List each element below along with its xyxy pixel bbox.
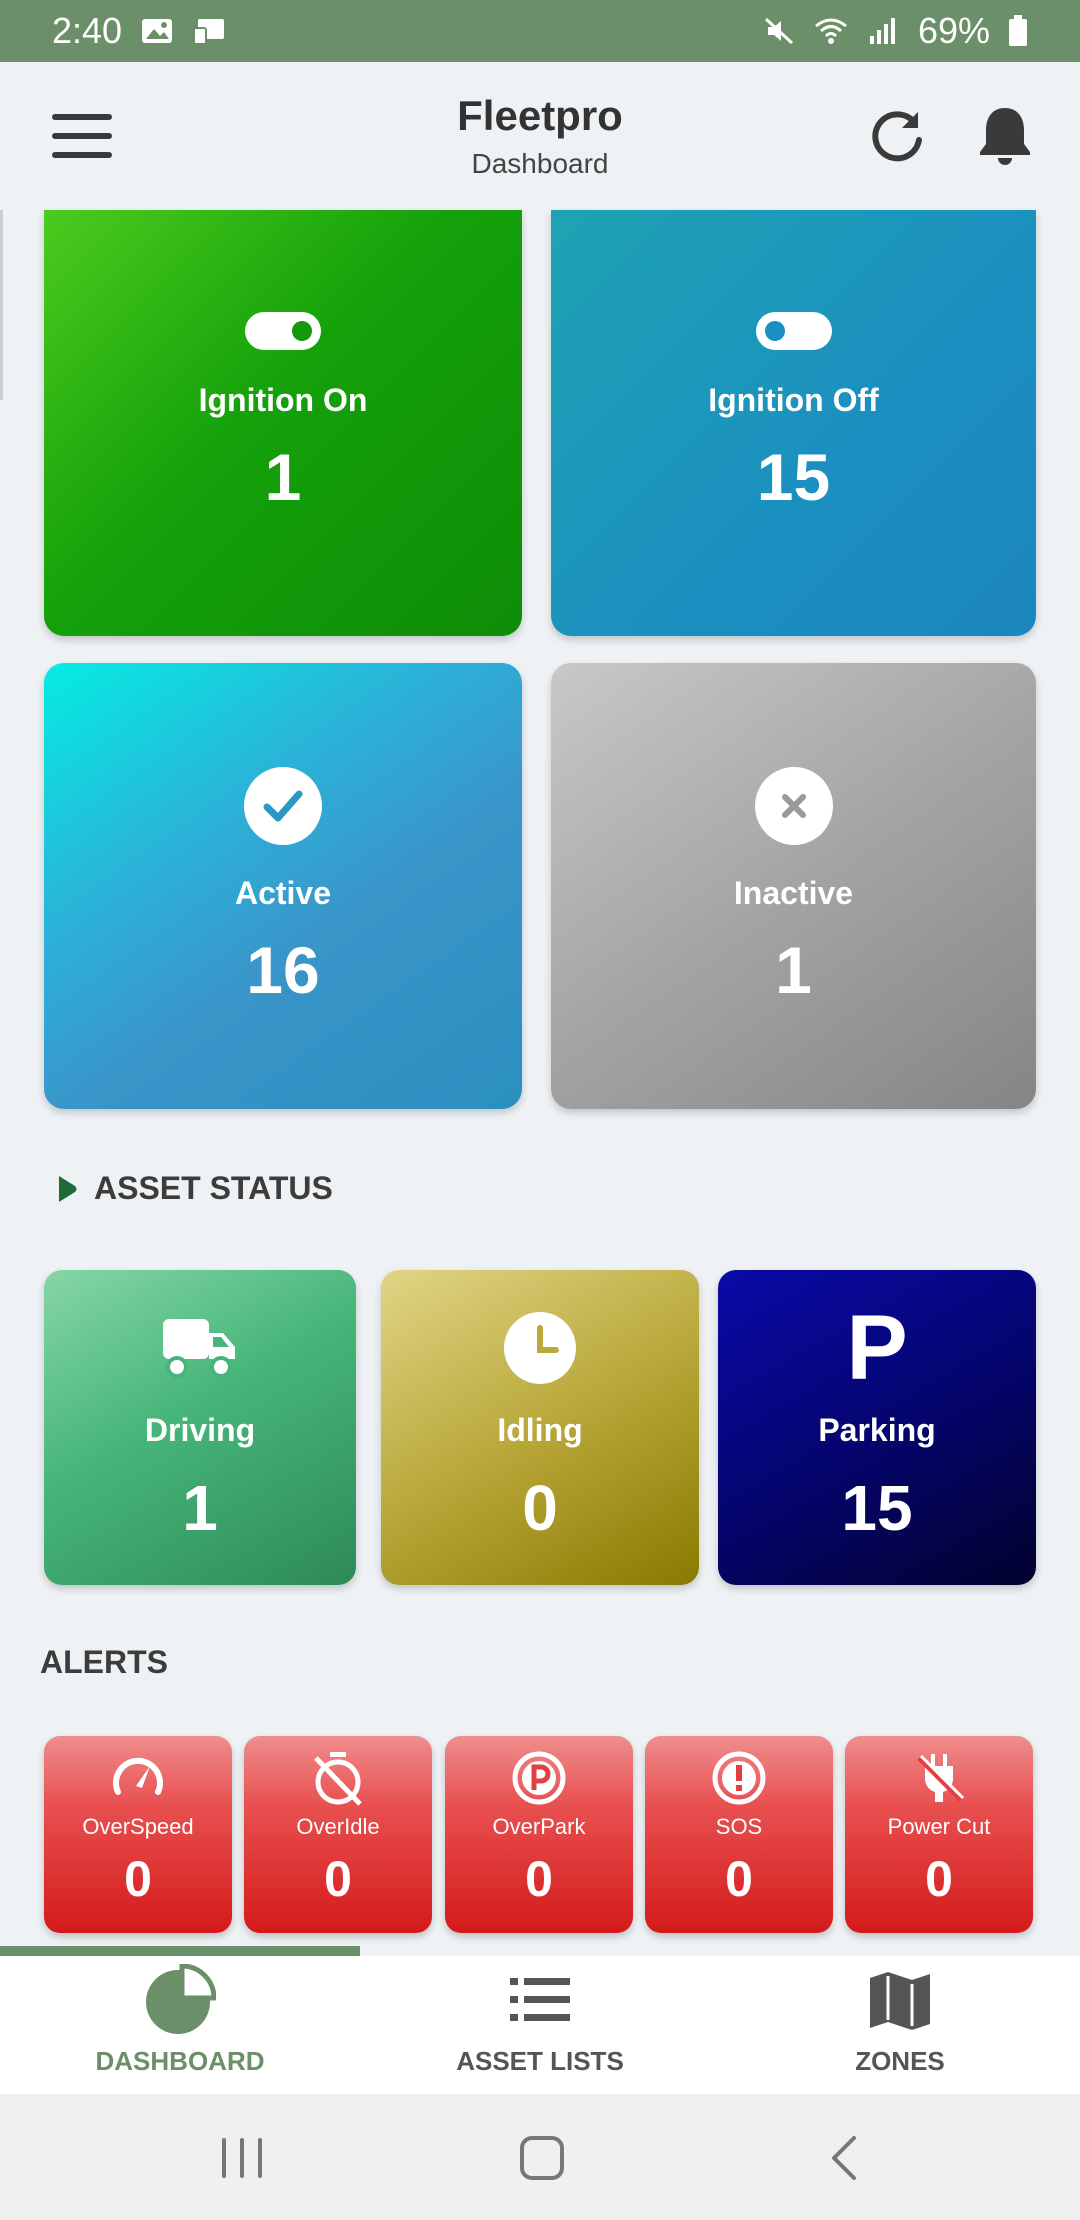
toggle-on-icon <box>245 312 321 350</box>
ignition-on-count: 1 <box>264 440 302 514</box>
map-icon <box>870 1972 930 2030</box>
truck-icon <box>161 1308 239 1388</box>
alert-overpark[interactable]: OverPark 0 <box>445 1736 633 1933</box>
refresh-icon[interactable] <box>868 106 928 166</box>
status-time: 2:40 <box>52 10 123 51</box>
inactive-count: 1 <box>775 933 812 1007</box>
back-icon[interactable] <box>816 2130 876 2186</box>
cast-icon <box>193 19 225 45</box>
toggle-off-icon <box>755 312 832 350</box>
app-bar: Fleetpro Dashboard <box>0 62 1080 210</box>
check-circle-icon <box>244 767 322 845</box>
alerts-heading: ALERTS <box>40 1644 168 1680</box>
alert-overidle[interactable]: OverIdle 0 <box>244 1736 432 1933</box>
inactive-label: Inactive <box>733 875 854 911</box>
wifi-icon <box>815 18 847 44</box>
section-marker-icon <box>59 1175 77 1202</box>
mute-icon <box>764 17 793 45</box>
parking-count: 15 <box>841 1472 913 1544</box>
scroll-edge <box>0 210 3 400</box>
active-card[interactable]: Active 16 <box>44 663 522 1109</box>
battery-icon <box>1009 15 1027 46</box>
driving-card[interactable]: Driving 1 <box>44 1270 356 1585</box>
system-nav-bar <box>0 2094 1080 2220</box>
list-icon <box>510 1978 570 2021</box>
tab-zones[interactable]: ZONES <box>720 1956 1080 2094</box>
asset-status-heading: ASSET STATUS <box>56 1170 333 1207</box>
active-label: Active <box>234 875 332 911</box>
gallery-icon <box>142 19 173 43</box>
parking-label: Parking <box>818 1412 936 1448</box>
ignition-off-card[interactable]: Ignition Off 15 <box>551 210 1036 636</box>
pie-chart-icon <box>146 1964 216 2034</box>
active-count: 16 <box>246 933 320 1007</box>
close-circle-icon <box>754 767 833 845</box>
alert-circle-icon <box>712 1751 766 1805</box>
timer-off-icon <box>314 1752 362 1806</box>
recent-apps-icon[interactable] <box>212 2130 272 2186</box>
idling-label: Idling <box>497 1412 583 1448</box>
tab-asset-lists[interactable]: ASSET LISTS <box>360 1956 720 2094</box>
driving-count: 1 <box>182 1472 218 1544</box>
speedometer-icon <box>113 1757 163 1795</box>
battery-percent: 69% <box>917 10 990 51</box>
bottom-nav: DASHBOARD ASSET LISTS ZONES <box>0 1956 1080 2094</box>
status-bar: 2:40 69% <box>0 0 1080 62</box>
alert-power-cut[interactable]: Power Cut 0 <box>845 1736 1033 1933</box>
power-plug-off-icon <box>917 1754 965 1802</box>
bell-icon[interactable] <box>976 104 1034 168</box>
tab-dashboard[interactable]: DASHBOARD <box>0 1956 360 2094</box>
ignition-off-count: 15 <box>756 440 831 514</box>
idling-card[interactable]: Idling 0 <box>381 1270 699 1585</box>
inactive-card[interactable]: Inactive 1 <box>551 663 1036 1109</box>
tab-indicator <box>0 1946 360 1956</box>
signal-icon <box>869 18 895 44</box>
ignition-on-card[interactable]: Ignition On 1 <box>44 210 522 636</box>
alert-sos[interactable]: SOS 0 <box>645 1736 833 1933</box>
idling-count: 0 <box>522 1472 558 1544</box>
clock-icon <box>502 1308 578 1388</box>
driving-label: Driving <box>144 1412 256 1448</box>
ignition-on-label: Ignition On <box>198 382 368 418</box>
alert-overspeed[interactable]: OverSpeed 0 <box>44 1736 232 1933</box>
parking-circle-icon <box>512 1751 566 1805</box>
ignition-off-label: Ignition Off <box>708 382 879 418</box>
parking-icon: P <box>846 1297 908 1399</box>
home-icon[interactable] <box>512 2130 572 2186</box>
parking-card[interactable]: P Parking 15 <box>718 1270 1036 1585</box>
